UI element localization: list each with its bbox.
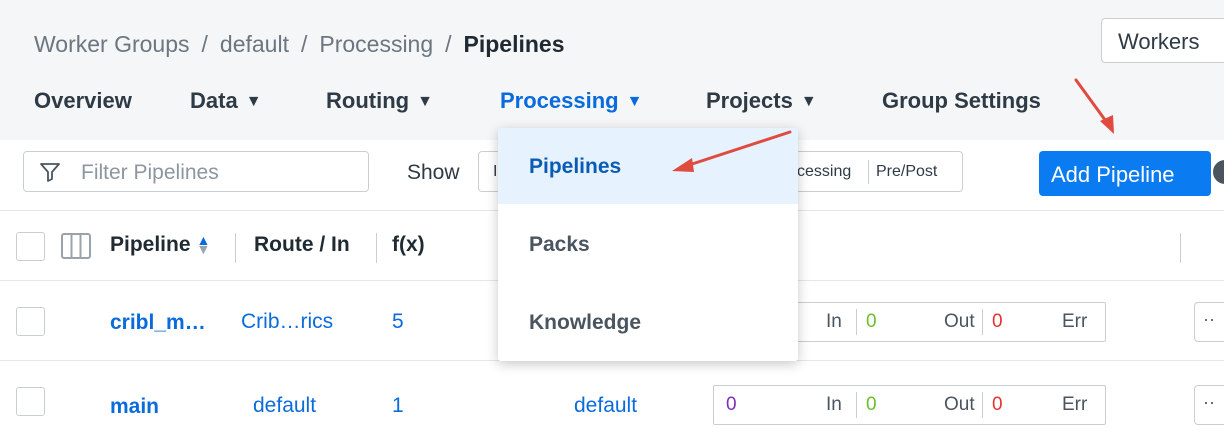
- nav-data-label: Data: [190, 88, 238, 113]
- functions-count[interactable]: 1: [392, 394, 404, 418]
- nav-routing[interactable]: Routing ▼: [326, 88, 433, 114]
- chevron-down-icon: ▼: [626, 93, 643, 110]
- help-icon[interactable]: [1213, 160, 1224, 184]
- functions-count[interactable]: 5: [392, 310, 404, 334]
- column-functions[interactable]: f(x): [392, 233, 425, 257]
- column-pipeline[interactable]: Pipeline ▲ ▼: [110, 233, 210, 257]
- output-link[interactable]: default: [574, 394, 637, 418]
- metric-divider: [856, 309, 857, 335]
- in-value: 0: [726, 394, 737, 415]
- column-pipeline-label: Pipeline: [110, 233, 191, 256]
- route-link[interactable]: default: [253, 394, 316, 418]
- metric-divider: [856, 392, 857, 418]
- breadcrumb-separator: /: [445, 31, 452, 57]
- in-label: In: [826, 311, 842, 332]
- column-divider: [235, 233, 236, 263]
- breadcrumb-default[interactable]: default: [220, 31, 289, 57]
- show-label: Show: [407, 161, 460, 184]
- breadcrumb-processing[interactable]: Processing: [319, 31, 433, 57]
- select-all-checkbox[interactable]: [16, 232, 45, 261]
- err-value: 0: [992, 311, 1003, 332]
- menu-item-knowledge[interactable]: Knowledge: [498, 284, 798, 360]
- segment-divider: [868, 160, 869, 184]
- nav-data[interactable]: Data ▼: [190, 88, 262, 114]
- nav-projects-label: Projects: [706, 88, 793, 113]
- metric-divider: [982, 392, 983, 418]
- nav-processing[interactable]: Processing ▼: [500, 88, 642, 114]
- filter-placeholder: Filter Pipelines: [81, 161, 219, 184]
- err-value: 0: [992, 394, 1003, 415]
- nav-processing-label: Processing: [500, 88, 619, 113]
- row-checkbox[interactable]: [16, 387, 45, 416]
- metric-divider: [982, 309, 983, 335]
- filter-icon: [40, 163, 60, 182]
- chevron-down-icon: ▼: [800, 93, 817, 110]
- segment-processing[interactable]: cessing: [797, 163, 851, 181]
- breadcrumb-separator: /: [300, 31, 308, 57]
- err-label: Err: [1062, 394, 1088, 415]
- row-actions-button[interactable]: ··: [1194, 385, 1224, 425]
- pipeline-name-link[interactable]: cribl_m…: [110, 311, 206, 335]
- pipeline-name-link[interactable]: main: [110, 395, 159, 419]
- nav-routing-label: Routing: [326, 88, 410, 113]
- nav-overview-label: Overview: [34, 88, 132, 113]
- breadcrumb-worker-groups[interactable]: Worker Groups: [34, 31, 190, 57]
- nav-overview[interactable]: Overview: [34, 88, 132, 114]
- sort-icon: ▲ ▼: [196, 232, 211, 258]
- table-row[interactable]: main default 1 default 0 In 0 Out 0 Err …: [0, 360, 1224, 439]
- page-title: Pipelines: [463, 31, 565, 57]
- nav-projects[interactable]: Projects ▼: [706, 88, 817, 114]
- processing-dropdown-menu: Pipelines Packs Knowledge: [498, 128, 798, 361]
- nav-group-settings[interactable]: Group Settings: [882, 88, 1041, 114]
- chevron-down-icon: ▼: [417, 93, 433, 110]
- out-label: Out: [944, 311, 975, 332]
- columns-icon[interactable]: [61, 233, 91, 259]
- column-divider: [1180, 233, 1181, 263]
- workers-button[interactable]: Workers: [1101, 18, 1224, 63]
- column-route[interactable]: Route / In: [254, 233, 369, 257]
- out-value: 0: [866, 311, 877, 332]
- route-link[interactable]: Crib…rics: [241, 310, 333, 334]
- menu-item-pipelines[interactable]: Pipelines: [498, 128, 798, 204]
- menu-item-packs[interactable]: Packs: [498, 206, 798, 282]
- in-label: In: [826, 394, 842, 415]
- breadcrumb-separator: /: [201, 31, 208, 57]
- chevron-down-icon: ▼: [245, 93, 262, 110]
- nav-group-settings-label: Group Settings: [882, 88, 1041, 113]
- add-pipeline-button[interactable]: Add Pipeline: [1039, 151, 1211, 196]
- metrics-box: 0 In 0 Out 0 Err: [713, 385, 1106, 425]
- filter-pipelines-input[interactable]: Filter Pipelines: [23, 151, 369, 192]
- out-label: Out: [944, 394, 975, 415]
- segment-pre-post[interactable]: Pre/Post: [876, 163, 937, 181]
- out-value: 0: [866, 394, 877, 415]
- err-label: Err: [1062, 311, 1088, 332]
- segment-partial[interactable]: I: [493, 163, 497, 181]
- column-divider: [376, 233, 377, 263]
- breadcrumb: Worker Groups / default / Processing / Pipelin…: [34, 31, 565, 58]
- row-actions-button[interactable]: ··: [1194, 302, 1224, 342]
- row-checkbox[interactable]: [16, 307, 45, 336]
- page-header: Worker Groups / default / Processing / Pipelin…: [0, 0, 1224, 140]
